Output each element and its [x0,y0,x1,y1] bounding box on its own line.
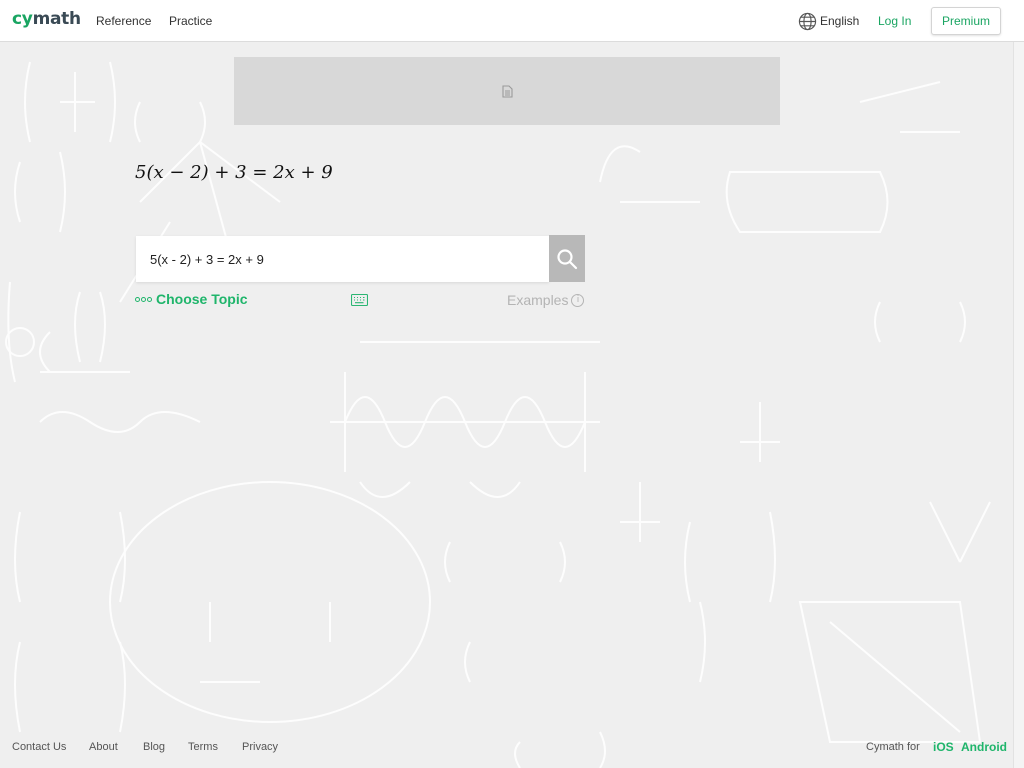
top-navigation-bar: cymath Reference Practice English Log In… [0,0,1024,42]
premium-button[interactable]: Premium [931,7,1001,35]
cymath-logo[interactable]: cymath [12,9,81,29]
ad-placeholder [234,57,780,125]
nav-reference[interactable]: Reference [96,14,151,28]
info-icon: i [571,293,585,307]
ios-app-link[interactable]: iOS [933,740,954,754]
dots-icon [135,296,152,302]
footer-terms[interactable]: Terms [188,741,218,753]
language-label: English [820,14,860,28]
chalkboard-background [0,42,1013,768]
footer-about[interactable]: About [89,741,118,753]
login-link[interactable]: Log In [878,14,911,28]
math-search-input[interactable] [136,236,549,282]
language-selector[interactable]: English [798,11,859,31]
choose-topic-label: Choose Topic [156,291,248,307]
footer-blog[interactable]: Blog [143,741,165,753]
app-promo-label: Cymath for [866,741,920,753]
document-icon [501,84,513,98]
keyboard-toggle[interactable] [350,293,369,311]
examples-button[interactable]: Examples i [507,292,585,308]
keyboard-icon [350,293,369,307]
footer-privacy[interactable]: Privacy [242,741,278,753]
search-button[interactable] [549,235,585,282]
android-app-link[interactable]: Android [961,740,1007,754]
footer-contact-us[interactable]: Contact Us [12,741,66,753]
search-icon [557,248,578,269]
nav-practice[interactable]: Practice [169,14,212,28]
examples-label: Examples [507,292,569,308]
search-box [136,236,549,282]
globe-icon [798,12,817,30]
math-preview: 5(x − 2) + 3 = 2x + 9 [135,162,333,183]
choose-topic-button[interactable]: Choose Topic [135,291,248,307]
vertical-scrollbar[interactable] [1013,42,1024,768]
